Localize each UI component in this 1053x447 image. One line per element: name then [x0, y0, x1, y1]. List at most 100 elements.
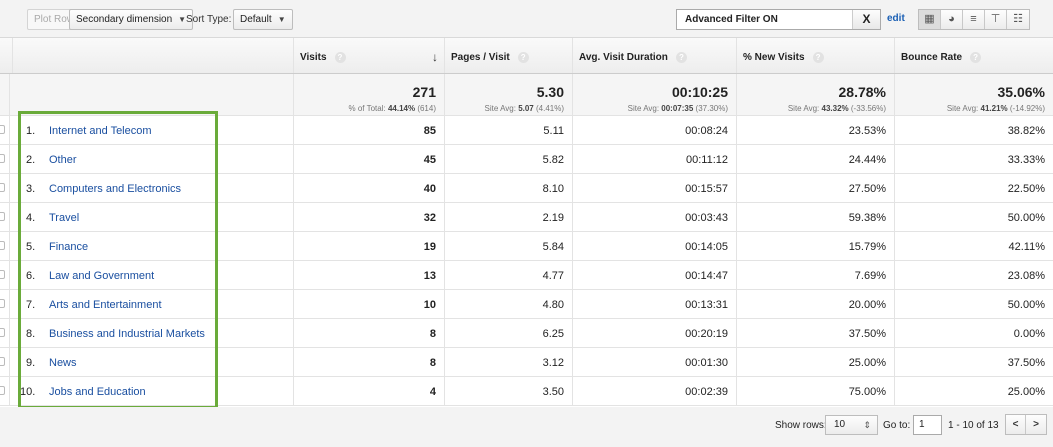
totals-new-visits-value: 28.78% — [838, 84, 886, 100]
goto-page-input[interactable]: 1 — [913, 415, 942, 435]
table-view-icon[interactable]: ▦ — [919, 10, 941, 29]
row-checkbox-cell — [0, 174, 10, 202]
help-icon[interactable]: ? — [970, 52, 982, 63]
table-row: 8. Business and Industrial Markets 8 6.25 00… — [0, 319, 1053, 348]
column-header-pages-per-visit[interactable]: Pages / Visit? — [445, 38, 573, 73]
help-icon[interactable]: ? — [675, 52, 687, 63]
row-rank: 9. — [26, 357, 36, 369]
new-visits-value: 20.00% — [848, 299, 886, 311]
row-checkbox-cell — [0, 319, 10, 347]
category-link[interactable]: Internet and Telecom — [49, 125, 152, 137]
show-rows-select[interactable]: 10 ⇕ — [825, 415, 878, 435]
secondary-dimension-label: Secondary dimension — [76, 14, 173, 25]
totals-visits-sub-bold: 44.14% — [387, 104, 416, 113]
clear-filter-button[interactable]: X — [852, 10, 880, 29]
row-checkbox-cell — [0, 145, 10, 173]
column-header-bounce-label: Bounce Rate — [901, 52, 963, 63]
totals-visits-sub-suffix: (614) — [415, 104, 436, 113]
column-header-avg-visit-duration[interactable]: Avg. Visit Duration? — [573, 38, 737, 73]
category-link[interactable]: Finance — [49, 241, 88, 253]
pivot-view-icon[interactable]: ☷ — [1007, 10, 1029, 29]
bar-chart-view-icon[interactable]: ≡ — [963, 10, 985, 29]
help-icon[interactable]: ? — [517, 52, 529, 63]
new-visits-cell: 24.44% — [737, 145, 895, 173]
totals-duration-value: 00:10:25 — [671, 84, 728, 100]
category-link[interactable]: Law and Government — [49, 270, 154, 282]
row-checkbox[interactable] — [0, 183, 5, 192]
advanced-filter-field[interactable]: Advanced Filter ON X — [676, 9, 881, 30]
column-header-pages-label: Pages / Visit — [451, 52, 510, 63]
pages-per-visit-value: 3.12 — [542, 357, 564, 369]
avg-visit-duration-cell: 00:08:24 — [573, 116, 737, 144]
edit-filter-link[interactable]: edit — [887, 13, 905, 24]
row-rank: 10. — [20, 386, 36, 398]
dimension-cell: 8. Business and Industrial Markets — [10, 319, 294, 347]
row-checkbox-cell — [0, 203, 10, 231]
comparison-view-icon[interactable]: ⊤ — [985, 10, 1007, 29]
visits-value: 40 — [423, 183, 436, 195]
totals-duration-sub-prefix: Site Avg: — [627, 104, 662, 113]
previous-page-button[interactable]: < — [1006, 415, 1026, 434]
pie-chart-view-icon[interactable]: ◕ — [941, 10, 963, 29]
row-checkbox[interactable] — [0, 328, 5, 337]
category-link[interactable]: Computers and Electronics — [49, 183, 181, 195]
totals-checkbox-cell — [0, 74, 10, 115]
new-visits-value: 27.50% — [848, 183, 886, 195]
next-page-button[interactable]: > — [1026, 415, 1046, 434]
pages-per-visit-cell: 5.82 — [445, 145, 573, 173]
dimension-cell: 10. Jobs and Education — [10, 377, 294, 405]
row-checkbox[interactable] — [0, 212, 5, 221]
category-link[interactable]: Travel — [49, 212, 79, 224]
avg-visit-duration-value: 00:15:57 — [685, 183, 728, 195]
row-checkbox-cell — [0, 232, 10, 260]
dimension-cell: 7. Arts and Entertainment — [10, 290, 294, 318]
avg-visit-duration-value: 00:01:30 — [685, 357, 728, 369]
new-visits-cell: 7.69% — [737, 261, 895, 289]
new-visits-value: 59.38% — [848, 212, 886, 224]
visits-cell: 13 — [294, 261, 445, 289]
totals-new-visits-cell: 28.78% Site Avg: 43.32% (-33.56%) — [737, 74, 895, 115]
row-checkbox[interactable] — [0, 270, 5, 279]
table-row: 7. Arts and Entertainment 10 4.80 00:13:31 20… — [0, 290, 1053, 319]
column-header-visits[interactable]: Visits? ↓ — [294, 38, 445, 73]
bounce-rate-cell: 22.50% — [895, 174, 1053, 202]
category-link[interactable]: Arts and Entertainment — [49, 299, 162, 311]
column-header-visits-label: Visits — [300, 52, 327, 63]
visits-value: 4 — [429, 386, 436, 398]
row-rank: 3. — [26, 183, 36, 195]
dimension-cell: 2. Other — [10, 145, 294, 173]
secondary-dimension-dropdown[interactable]: Secondary dimension ▼ — [69, 9, 194, 30]
row-checkbox[interactable] — [0, 154, 5, 163]
help-icon[interactable]: ? — [334, 52, 346, 63]
column-header-bounce-rate[interactable]: Bounce Rate? — [895, 38, 1053, 73]
column-header-new-visits-label: % New Visits — [743, 52, 805, 63]
pages-per-visit-value: 6.25 — [542, 328, 564, 340]
category-link[interactable]: News — [49, 357, 77, 369]
visits-cell: 19 — [294, 232, 445, 260]
sort-type-dropdown[interactable]: Default ▼ — [233, 9, 293, 30]
new-visits-value: 15.79% — [848, 241, 886, 253]
totals-new-sub-prefix: Site Avg: — [787, 104, 822, 113]
row-checkbox[interactable] — [0, 357, 5, 366]
sort-type-label: Sort Type: — [186, 14, 232, 25]
totals-new-sub-bold: 43.32% — [821, 104, 849, 113]
totals-bounce-subtext: Site Avg: 41.21% (-14.92%) — [947, 104, 1045, 113]
totals-new-visits-subtext: Site Avg: 43.32% (-33.56%) — [788, 104, 886, 113]
row-checkbox[interactable] — [0, 299, 5, 308]
row-checkbox[interactable] — [0, 241, 5, 250]
bounce-rate-cell: 50.00% — [895, 290, 1053, 318]
row-checkbox[interactable] — [0, 125, 5, 134]
new-visits-cell: 15.79% — [737, 232, 895, 260]
column-header-new-visits[interactable]: % New Visits? — [737, 38, 895, 73]
dimension-cell: 3. Computers and Electronics — [10, 174, 294, 202]
row-checkbox[interactable] — [0, 386, 5, 395]
avg-visit-duration-cell: 00:01:30 — [573, 348, 737, 376]
category-link[interactable]: Jobs and Education — [49, 386, 146, 398]
totals-duration-cell: 00:10:25 Site Avg: 00:07:35 (37.30%) — [573, 74, 737, 115]
help-icon[interactable]: ? — [812, 52, 824, 63]
sort-descending-icon[interactable]: ↓ — [432, 50, 438, 64]
category-link[interactable]: Business and Industrial Markets — [49, 328, 205, 340]
new-visits-value: 37.50% — [848, 328, 886, 340]
totals-duration-subtext: Site Avg: 00:07:35 (37.30%) — [628, 104, 728, 113]
category-link[interactable]: Other — [49, 154, 77, 166]
